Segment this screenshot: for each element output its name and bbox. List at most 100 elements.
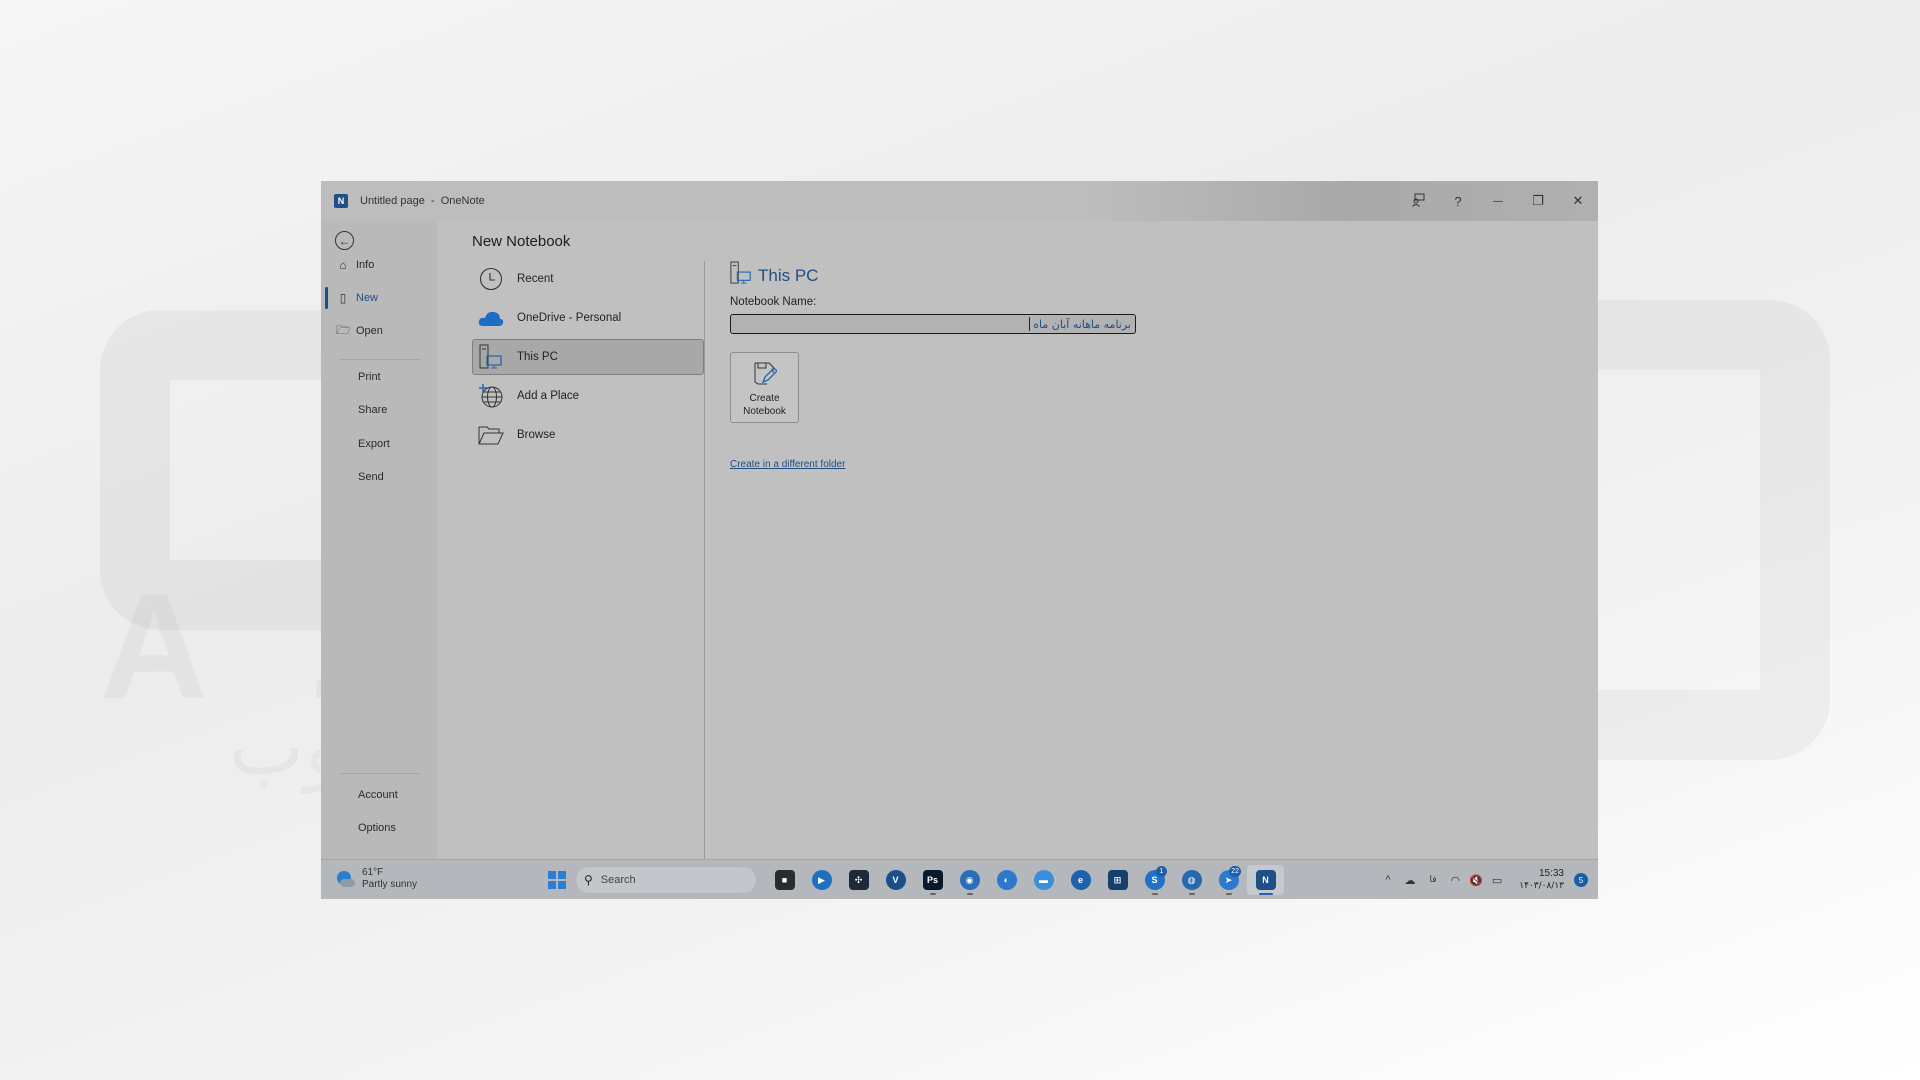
- clock-icon: [478, 266, 504, 292]
- onedrive-icon: [478, 305, 504, 331]
- taskbar-app-onenote[interactable]: N: [1247, 865, 1284, 895]
- partly-sunny-icon: [337, 871, 355, 887]
- nav-separator: [339, 359, 421, 360]
- taskbar-search[interactable]: ⚲ Search: [576, 867, 756, 893]
- location-this-pc[interactable]: This PC: [472, 339, 704, 375]
- taskbar-app-edge[interactable]: e: [1062, 865, 1099, 895]
- notebook-name-input[interactable]: برنامه ماهانه آبان ماه: [730, 314, 1136, 334]
- start-button[interactable]: [548, 871, 566, 889]
- edge-icon: e: [1070, 870, 1091, 890]
- notification-badge[interactable]: 5: [1574, 873, 1588, 887]
- clock-date: ۱۴۰۳/۰۸/۱۳: [1519, 881, 1564, 891]
- taskbar-app-skype[interactable]: S1: [1136, 865, 1173, 895]
- search-placeholder: Search: [600, 874, 636, 886]
- folder-open-icon: 🗁: [336, 322, 351, 337]
- this-pc-detail: This PC Notebook Name: برنامه ماهانه آبا…: [730, 261, 1136, 470]
- taskbar-app-browser[interactable]: ◍: [1173, 865, 1210, 895]
- create-notebook-button[interactable]: Create Notebook: [730, 352, 799, 423]
- restore-button[interactable]: ❐: [1518, 181, 1558, 221]
- taskbar-app-snipping[interactable]: ✣: [840, 865, 877, 895]
- location-list: Recent OneDrive - Personal This PC Add a…: [472, 261, 704, 456]
- nav-item-send[interactable]: Send: [321, 465, 437, 489]
- nav-item-label: Open: [356, 325, 383, 337]
- nav-item-open[interactable]: 🗁 Open: [321, 319, 437, 343]
- help-button[interactable]: ?: [1438, 181, 1478, 221]
- onedrive-offline-icon[interactable]: ☁: [1404, 874, 1415, 887]
- nav-item-account[interactable]: Account: [321, 783, 437, 807]
- nav-item-export[interactable]: Export: [321, 432, 437, 456]
- vpn-icon: V: [885, 870, 906, 890]
- search-icon: ⚲: [584, 873, 593, 887]
- help-icon: ?: [1454, 193, 1462, 209]
- location-label: This PC: [517, 351, 558, 363]
- location-add-place[interactable]: Add a Place: [472, 378, 704, 414]
- location-browse[interactable]: Browse: [472, 417, 704, 453]
- taskbar-app-meet[interactable]: ▶: [803, 865, 840, 895]
- nav-item-label: New: [356, 292, 379, 304]
- panel-divider: [704, 261, 705, 865]
- nav-item-label: Info: [356, 259, 375, 271]
- taskbar-app-photoshop[interactable]: Ps: [914, 865, 951, 895]
- file-explorer-icon: ▬: [1033, 870, 1054, 890]
- main-panel: New Notebook Recent OneDrive - Personal …: [437, 221, 1598, 865]
- create-notebook-label: Create Notebook: [743, 393, 786, 417]
- minimize-button[interactable]: —: [1478, 181, 1518, 221]
- notebook-icon: ▯: [339, 291, 347, 305]
- browser-icon: ◍: [1181, 870, 1202, 890]
- coauthor-button[interactable]: [1398, 181, 1438, 221]
- taskbar-app-vpn[interactable]: V: [877, 865, 914, 895]
- nav-item-info[interactable]: ⌂ Info: [321, 253, 437, 277]
- onenote-logo-icon: N: [334, 194, 348, 208]
- computer-icon: [730, 261, 752, 290]
- nav-item-share[interactable]: Share: [321, 398, 437, 422]
- nav-item-options[interactable]: Options: [321, 816, 437, 840]
- taskbar-app-store[interactable]: ⊞: [1099, 865, 1136, 895]
- close-button[interactable]: ✕: [1558, 181, 1598, 221]
- nav-item-label: Account: [358, 789, 398, 801]
- minimize-icon: —: [1493, 195, 1503, 207]
- notebook-name-value: برنامه ماهانه آبان ماه: [1033, 317, 1131, 331]
- create-different-folder-link[interactable]: Create in a different folder: [730, 459, 1136, 470]
- back-button[interactable]: ←: [335, 231, 354, 250]
- language-indicator[interactable]: فا: [1429, 875, 1436, 885]
- watermark-letter: A: [100, 560, 208, 733]
- running-indicator: [1188, 893, 1195, 895]
- nav-item-new[interactable]: ▯ New: [321, 286, 437, 310]
- location-label: Recent: [517, 273, 554, 285]
- nav-item-label: Options: [358, 822, 396, 834]
- battery-icon[interactable]: ▭: [1492, 874, 1502, 887]
- taskbar-app-task-view[interactable]: ■: [766, 865, 803, 895]
- taskbar-app-chrome[interactable]: ◉: [951, 865, 988, 895]
- taskbar: 61°F Partly sunny ⚲ Search ■ ▶ ✣ V Ps ◉ ◐ ▬ e ⊞ S 1…: [321, 859, 1598, 899]
- weather-description: Partly sunny: [362, 879, 418, 890]
- chrome-icon: ◉: [959, 870, 980, 890]
- globe-add-icon: [478, 383, 504, 409]
- location-onedrive[interactable]: OneDrive - Personal: [472, 300, 704, 336]
- restore-icon: ❐: [1532, 193, 1544, 208]
- taskbar-app-firefox[interactable]: ◐: [988, 865, 1025, 895]
- nav-item-label: Export: [358, 438, 390, 450]
- running-indicator: [966, 893, 973, 895]
- wifi-icon[interactable]: ◠: [1451, 874, 1461, 887]
- store-icon: ⊞: [1107, 870, 1128, 890]
- taskbar-app-file-explorer[interactable]: ▬: [1025, 865, 1062, 895]
- computer-icon: [478, 344, 504, 370]
- taskbar-app-telegram[interactable]: ➤ 22: [1210, 865, 1247, 895]
- meet-icon: ▶: [811, 870, 832, 890]
- app-badge: 22: [1229, 866, 1241, 877]
- volume-muted-icon[interactable]: 🔇: [1469, 874, 1483, 887]
- text-caret: [1029, 317, 1031, 331]
- detail-title: This PC: [758, 265, 819, 285]
- location-recent[interactable]: Recent: [472, 261, 704, 297]
- onenote-window: N Untitled page - OneNote ? — ❐ ✕ ← ⌂ In…: [321, 181, 1598, 899]
- nav-item-print[interactable]: Print: [321, 365, 437, 389]
- running-indicator: [1258, 893, 1273, 895]
- notebook-name-label: Notebook Name:: [730, 296, 817, 308]
- location-label: Browse: [517, 429, 556, 441]
- weather-widget[interactable]: 61°F Partly sunny: [337, 867, 417, 891]
- create-notebook-icon: [753, 361, 778, 389]
- close-icon: ✕: [1572, 193, 1584, 208]
- clock[interactable]: 15:33 ۱۴۰۳/۰۸/۱۳: [1519, 868, 1564, 892]
- show-hidden-icons-chevron-icon[interactable]: ^: [1385, 874, 1390, 886]
- page-title: New Notebook: [472, 233, 571, 250]
